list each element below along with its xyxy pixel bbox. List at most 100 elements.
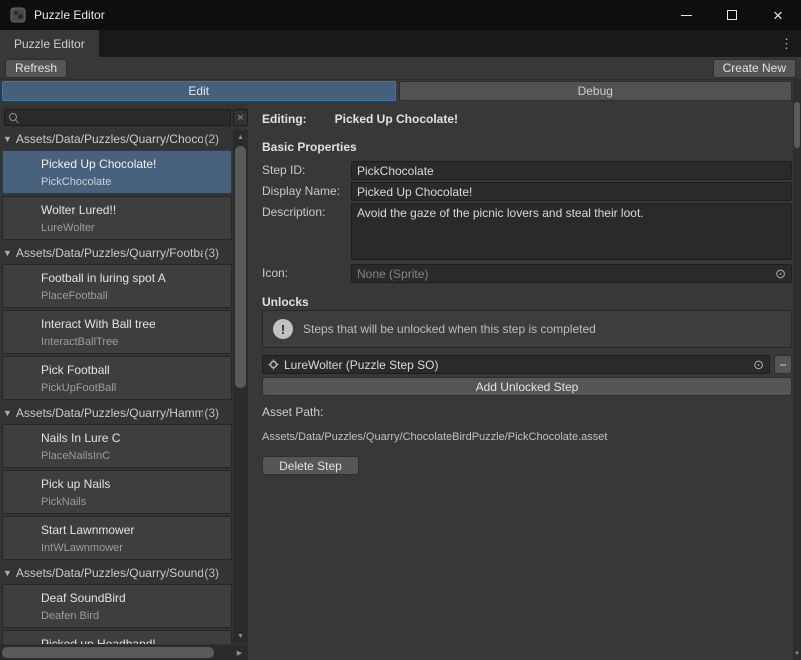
puzzle-step-id: Deafen Bird: [41, 610, 227, 622]
group-path: Assets/Data/Puzzles/Quarry/HammerBi: [16, 406, 203, 420]
group-header-football[interactable]: ▼ Assets/Data/Puzzles/Quarry/FootballBir…: [0, 244, 233, 262]
icon-row: Icon: None (Sprite) ⊙: [262, 264, 792, 283]
icon-object-value: None (Sprite): [357, 267, 771, 281]
minimize-button[interactable]: [663, 0, 709, 30]
window-title: Puzzle Editor: [34, 8, 105, 22]
close-icon: ×: [773, 7, 783, 24]
group-count: (2): [203, 132, 233, 146]
puzzle-step-item[interactable]: Nails In Lure C PlaceNailsInC: [2, 424, 232, 468]
display-name-field-wrap: [351, 182, 792, 201]
puzzle-step-item[interactable]: Picked up Headband!: [2, 630, 232, 644]
puzzle-step-id: PlaceNailsInC: [41, 450, 227, 462]
puzzle-step-title: Nails In Lure C: [41, 431, 227, 445]
step-id-field[interactable]: [357, 164, 786, 178]
puzzle-step-id: LureWolter: [41, 222, 227, 234]
foldout-icon: ▼: [3, 408, 12, 418]
kebab-menu-icon[interactable]: ⋮: [780, 30, 793, 57]
unlocks-helpbox: ! Steps that will be unlocked when this …: [262, 310, 792, 348]
tab-edit[interactable]: Edit: [2, 81, 396, 101]
puzzle-step-id: IntWLawnmower: [41, 542, 227, 554]
group-header-hammer[interactable]: ▼ Assets/Data/Puzzles/Quarry/HammerBi (3…: [0, 404, 233, 422]
clear-icon: ×: [237, 112, 243, 124]
object-picker-icon[interactable]: ⊙: [771, 267, 786, 280]
puzzle-step-item[interactable]: Football in luring spot A PlaceFootball: [2, 264, 232, 308]
unlocks-help-text: Steps that will be unlocked when this st…: [303, 322, 596, 336]
puzzle-step-title: Football in luring spot A: [41, 271, 227, 285]
scroll-up-icon[interactable]: ▲: [233, 131, 248, 144]
group-count: (3): [203, 566, 233, 580]
hscrollbar-thumb[interactable]: [2, 647, 214, 658]
search-icon: [8, 112, 19, 123]
tab-debug[interactable]: Debug: [399, 81, 793, 101]
group-path: Assets/Data/Puzzles/Quarry/Chocolatel: [16, 132, 203, 146]
search-input[interactable]: [23, 111, 227, 125]
group-header-chocolate[interactable]: ▼ Assets/Data/Puzzles/Quarry/Chocolatel …: [0, 130, 233, 148]
tab-puzzle-editor[interactable]: Puzzle Editor: [0, 30, 99, 57]
basic-properties-header: Basic Properties: [262, 140, 357, 154]
toolbar: Refresh Create New: [0, 57, 801, 80]
list-horizontal-scrollbar[interactable]: ▶: [0, 645, 248, 660]
foldout-icon: ▼: [3, 248, 12, 258]
display-name-field[interactable]: [357, 185, 786, 199]
titlebar: Puzzle Editor ×: [0, 0, 801, 30]
window-scrollbar-thumb[interactable]: [794, 102, 800, 148]
puzzle-step-item[interactable]: Picked Up Chocolate! PickChocolate: [2, 150, 232, 194]
group-header-soundbird[interactable]: ▼ Assets/Data/Puzzles/Quarry/SoundBird (…: [0, 564, 233, 582]
list-scrollbar-thumb[interactable]: [235, 146, 246, 388]
close-button[interactable]: ×: [755, 0, 801, 30]
delete-step-button[interactable]: Delete Step: [262, 456, 359, 475]
unlock-object-field[interactable]: LureWolter (Puzzle Step SO) ⊙: [262, 355, 770, 374]
mode-tabs: Edit Debug: [2, 81, 792, 101]
puzzle-step-item[interactable]: Interact With Ball tree InteractBallTree: [2, 310, 232, 354]
minimize-icon: [681, 15, 692, 16]
description-field-wrap: Avoid the gaze of the picnic lovers and …: [351, 203, 792, 260]
group-count: (3): [203, 406, 233, 420]
puzzle-step-title: Picked up Headband!: [41, 637, 227, 644]
group-path: Assets/Data/Puzzles/Quarry/SoundBird: [16, 566, 203, 580]
asset-path-value: Assets/Data/Puzzles/Quarry/ChocolateBird…: [262, 431, 607, 443]
icon-object-field[interactable]: None (Sprite) ⊙: [351, 264, 792, 283]
puzzle-step-item[interactable]: Pick up Nails PickNails: [2, 470, 232, 514]
puzzle-step-title: Pick up Nails: [41, 477, 227, 491]
puzzle-step-item[interactable]: Start Lawnmower IntWLawnmower: [2, 516, 232, 560]
description-field[interactable]: Avoid the gaze of the picnic lovers and …: [357, 206, 786, 257]
tab-strip: Puzzle Editor ⋮: [0, 30, 801, 57]
remove-unlock-button[interactable]: −: [774, 355, 792, 374]
icon-label: Icon:: [262, 264, 351, 283]
step-editor-panel: Editing: Picked Up Chocolate! Basic Prop…: [256, 104, 792, 645]
unlock-object-row: LureWolter (Puzzle Step SO) ⊙ −: [262, 355, 792, 374]
object-picker-icon[interactable]: ⊙: [749, 358, 764, 371]
scriptable-object-icon: [268, 359, 279, 370]
puzzle-step-title: Start Lawnmower: [41, 523, 227, 537]
puzzle-step-item[interactable]: Deaf SoundBird Deafen Bird: [2, 584, 232, 628]
puzzle-step-item[interactable]: Pick Football PickUpFootBall: [2, 356, 232, 400]
puzzle-step-id: PickChocolate: [41, 176, 227, 188]
maximize-button[interactable]: [709, 0, 755, 30]
search-clear-button[interactable]: ×: [233, 109, 248, 126]
window-vertical-scrollbar[interactable]: ▼: [793, 80, 801, 660]
asset-path-label: Asset Path:: [262, 405, 323, 419]
scroll-down-icon[interactable]: ▼: [233, 630, 248, 643]
add-unlocked-step-button[interactable]: Add Unlocked Step: [262, 377, 792, 396]
scroll-right-icon[interactable]: ▶: [233, 645, 246, 660]
window-scroll-down-icon[interactable]: ▼: [793, 649, 801, 659]
info-icon: !: [273, 319, 293, 339]
foldout-icon: ▼: [3, 134, 12, 144]
app-icon: [10, 7, 26, 23]
create-new-button[interactable]: Create New: [713, 59, 796, 78]
puzzle-step-title: Pick Football: [41, 363, 227, 377]
editing-label: Editing:: [262, 112, 307, 126]
refresh-button[interactable]: Refresh: [5, 59, 67, 78]
puzzle-step-item[interactable]: Wolter Lured!! LureWolter: [2, 196, 232, 240]
unlocks-header: Unlocks: [262, 295, 309, 309]
puzzle-step-title: Wolter Lured!!: [41, 203, 227, 217]
display-name-label: Display Name:: [262, 182, 351, 201]
foldout-icon: ▼: [3, 568, 12, 578]
description-row: Description: Avoid the gaze of the picni…: [262, 203, 792, 260]
group-count: (3): [203, 246, 233, 260]
list-vertical-scrollbar[interactable]: ▲ ▼: [233, 130, 248, 644]
puzzle-step-id: PickUpFootBall: [41, 382, 227, 394]
description-label: Description:: [262, 203, 351, 260]
puzzle-step-title: Picked Up Chocolate!: [41, 157, 227, 171]
puzzle-step-id: PickNails: [41, 496, 227, 508]
